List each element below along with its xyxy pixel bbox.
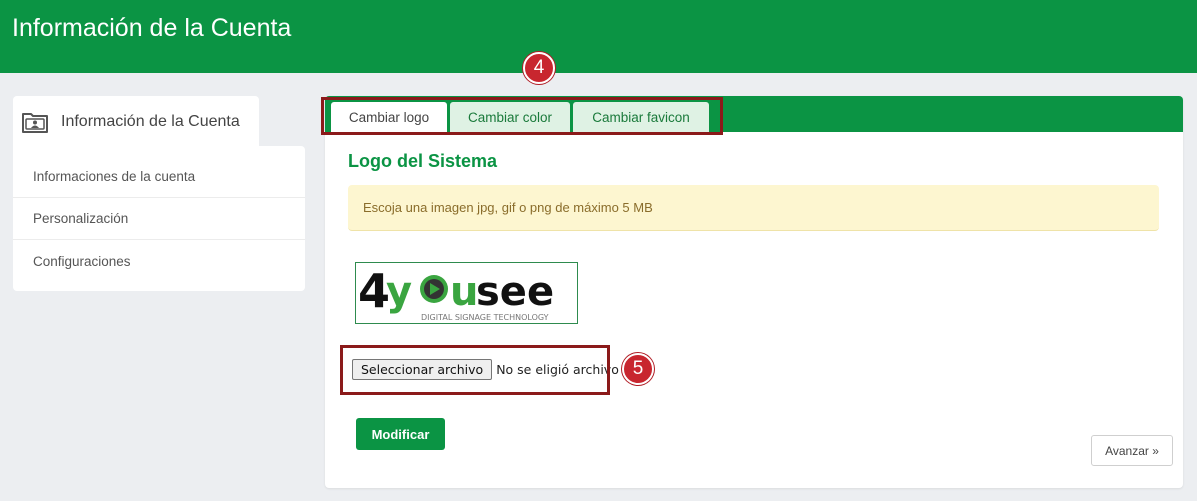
sidebar-item-account-info[interactable]: Informaciones de la cuenta <box>13 156 305 198</box>
annotation-box-tabs <box>321 97 723 135</box>
alert-text: Escoja una imagen jpg, gif o png de máxi… <box>363 200 653 215</box>
annotation-badge-5: 5 <box>622 353 654 385</box>
logo-tagline: DIGITAL SIGNAGE TECHNOLOGY <box>421 313 549 322</box>
main-panel: Cambiar logo Cambiar color Cambiar favic… <box>325 96 1183 488</box>
sidebar-item-settings[interactable]: Configuraciones <box>13 240 305 282</box>
sidebar-menu: Informaciones de la cuenta Personalizaci… <box>13 146 305 291</box>
svg-text:u: u <box>450 269 478 315</box>
sidebar-tab-account-info[interactable]: Información de la Cuenta <box>13 96 259 148</box>
current-logo-image: 4 y u see DIGITAL SIGNAGE TECHNOLOGY <box>355 262 578 324</box>
svg-text:y: y <box>386 269 412 315</box>
annotation-badge-4: 4 <box>523 52 555 84</box>
modify-button[interactable]: Modificar <box>356 418 445 450</box>
folder-user-icon <box>22 113 48 133</box>
brand-logo: 4 y u see DIGITAL SIGNAGE TECHNOLOGY <box>358 264 576 322</box>
section-title: Logo del Sistema <box>348 151 498 171</box>
sidebar-tab-label: Información de la Cuenta <box>61 113 240 130</box>
annotation-box-file-input <box>340 345 610 395</box>
svg-text:see: see <box>476 269 554 315</box>
next-button[interactable]: Avanzar » <box>1091 435 1173 466</box>
sidebar-item-customization[interactable]: Personalización <box>13 198 305 240</box>
info-alert: Escoja una imagen jpg, gif o png de máxi… <box>348 185 1159 231</box>
page-title: Información de la Cuenta <box>12 14 292 42</box>
app-header: Información de la Cuenta <box>0 0 1197 73</box>
